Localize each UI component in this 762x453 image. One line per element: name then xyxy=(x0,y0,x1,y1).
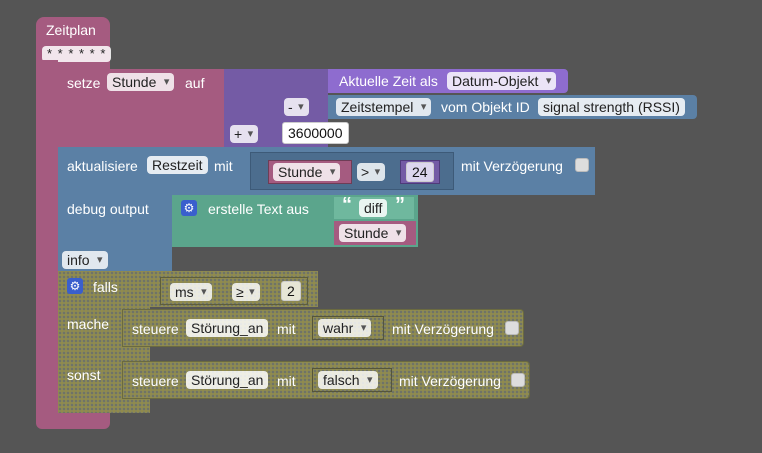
string-value-field[interactable]: diff xyxy=(359,199,388,217)
gear-icon[interactable]: ⚙ xyxy=(67,278,83,294)
compare-var-dropdown[interactable]: Stunde xyxy=(273,163,341,181)
schedule-bottom xyxy=(36,413,110,429)
divisor-input[interactable]: 3600000 xyxy=(282,122,349,144)
set-label: setze xyxy=(67,75,101,91)
update-label: aktualisiere xyxy=(67,158,138,174)
if-var-dropdown[interactable]: ms xyxy=(170,283,212,301)
timestamp-dropdown[interactable]: Zeitstempel xyxy=(336,98,432,116)
then-with-label: mit xyxy=(277,321,296,337)
update-target-field[interactable]: Restzeit xyxy=(147,156,208,174)
then-cmd-label: steuere xyxy=(132,321,179,337)
update-with-label: mit xyxy=(214,158,233,174)
if-op-dropdown[interactable]: ≥ xyxy=(232,283,260,301)
else-cmd-label: steuere xyxy=(132,373,179,389)
then-delay-label: mit Verzögerung xyxy=(392,321,494,337)
create-text-label: erstelle Text aus xyxy=(208,201,309,217)
time-format-dropdown[interactable]: Datum-Objekt xyxy=(447,72,557,90)
else-value-dropdown[interactable]: falsch xyxy=(318,371,378,389)
gear-icon[interactable]: ⚙ xyxy=(181,200,197,216)
then-label: mache xyxy=(67,316,110,332)
schedule-title: Zeitplan xyxy=(46,22,96,38)
if-value-input[interactable]: 2 xyxy=(281,281,301,301)
quote-close-icon: ” xyxy=(395,194,405,216)
if-label: falls xyxy=(93,279,118,295)
compare-value-input[interactable]: 24 xyxy=(406,162,434,182)
minus-operator-dropdown[interactable]: - xyxy=(284,98,309,116)
then-target-field[interactable]: Störung_an xyxy=(186,319,269,337)
text-var-dropdown[interactable]: Stunde xyxy=(339,224,407,242)
else-target-field[interactable]: Störung_an xyxy=(186,371,269,389)
quote-open-icon: “ xyxy=(342,194,352,216)
then-value-dropdown[interactable]: wahr xyxy=(318,319,372,337)
else-delay-label: mit Verzögerung xyxy=(399,373,501,389)
update-delay-checkbox[interactable] xyxy=(575,158,589,172)
else-delay-checkbox[interactable] xyxy=(511,373,525,387)
set-to-label: auf xyxy=(185,75,205,91)
else-with-label: mit xyxy=(277,373,296,389)
from-object-label: vom Objekt ID xyxy=(441,99,530,115)
debug-level-dropdown[interactable]: info xyxy=(62,251,108,269)
then-delay-checkbox[interactable] xyxy=(505,321,519,335)
debug-label: debug output xyxy=(67,201,149,217)
schedule-spine xyxy=(36,60,58,420)
update-delay-label: mit Verzögerung xyxy=(461,158,563,174)
object-id-field[interactable]: signal strength (RSSI) xyxy=(538,98,685,116)
else-label: sonst xyxy=(67,367,101,383)
compare-op-dropdown[interactable]: > xyxy=(357,163,386,181)
current-time-label: Aktuelle Zeit als xyxy=(339,73,438,89)
set-variable-dropdown[interactable]: Stunde xyxy=(107,73,175,91)
plus-operator-dropdown[interactable]: + xyxy=(230,125,259,143)
